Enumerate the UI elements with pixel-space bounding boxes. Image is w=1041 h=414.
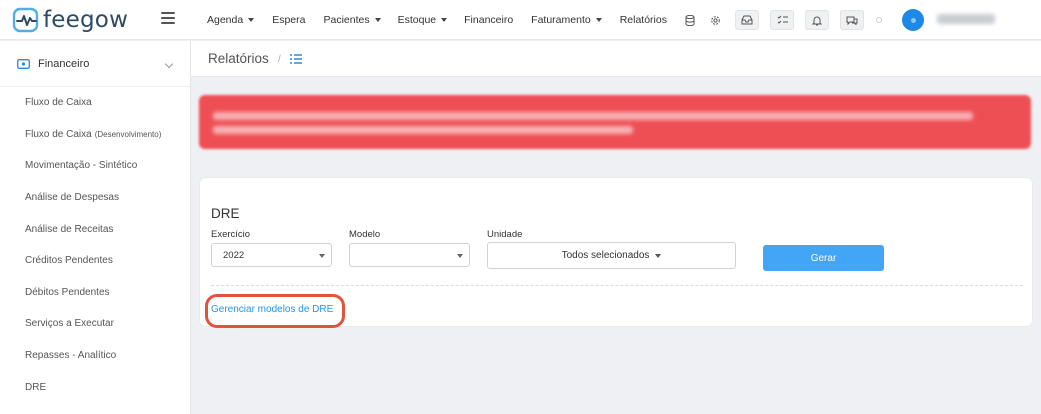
sidebar-item-creditos-pendentes[interactable]: Créditos Pendentes bbox=[0, 245, 190, 277]
sidebar-section-label: Financeiro bbox=[38, 57, 90, 70]
nav-financeiro[interactable]: Financeiro bbox=[464, 14, 513, 26]
exercicio-label: Exercício bbox=[211, 229, 251, 240]
sidebar-item-label: Repasses - Analítico bbox=[25, 350, 117, 362]
sidebar-item-fluxo-de-caixa-dev[interactable]: Fluxo de Caixa (Desenvolvimento) bbox=[0, 119, 190, 151]
money-icon bbox=[17, 58, 30, 69]
sidebar: Financeiro Fluxo de Caixa Fluxo de Caixa… bbox=[0, 41, 191, 414]
annotation-highlight-ring bbox=[205, 294, 345, 328]
nav-label: Espera bbox=[272, 14, 306, 26]
unidade-label: Unidade bbox=[487, 229, 523, 240]
sidebar-item-repasses[interactable]: Repasses - Analítico bbox=[0, 340, 190, 372]
chat-icon bbox=[846, 16, 858, 25]
card-title: DRE bbox=[211, 206, 240, 221]
modelo-label: Modelo bbox=[349, 229, 381, 240]
sidebar-item-movimentacao[interactable]: Movimentação - Sintético bbox=[0, 150, 190, 182]
sidebar-item-analise-receitas[interactable]: Análise de Receitas bbox=[0, 213, 190, 245]
settings-gear-icon[interactable] bbox=[710, 14, 722, 26]
sidebar-item-suffix: (Desenvolvimento) bbox=[94, 129, 162, 139]
caret-down-icon bbox=[441, 18, 448, 22]
caret-down-icon bbox=[655, 253, 662, 258]
nav-estoque[interactable]: Estoque bbox=[398, 14, 448, 26]
checklist-icon bbox=[777, 15, 788, 24]
chevron-down-icon bbox=[164, 59, 174, 69]
main-content: Relatórios / DRE Exercício 2022 Modelo U… bbox=[191, 41, 1041, 414]
inbox-button[interactable] bbox=[735, 10, 759, 30]
sidebar-item-dre[interactable]: DRE bbox=[0, 371, 190, 403]
sidebar-item-fluxo-de-caixa[interactable]: Fluxo de Caixa bbox=[0, 87, 190, 119]
caret-down-icon bbox=[248, 18, 255, 22]
sidebar-item-analise-despesas[interactable]: Análise de Despesas bbox=[0, 182, 190, 214]
sidebar-item-label: Movimentação - Sintético bbox=[25, 160, 138, 172]
sidebar-item-label: Serviços a Executar bbox=[25, 318, 114, 330]
feegow-logo-icon bbox=[12, 7, 39, 33]
alert-banner-blurred bbox=[199, 95, 1031, 149]
sidebar-item-label: Análise de Despesas bbox=[25, 192, 119, 204]
unidade-multiselect[interactable]: Todos selecionados bbox=[487, 242, 736, 269]
nav-label: Financeiro bbox=[464, 14, 514, 26]
exercicio-value: 2022 bbox=[223, 249, 245, 261]
sidebar-item-debitos-pendentes[interactable]: Débitos Pendentes bbox=[0, 277, 190, 309]
menu-toggle-icon[interactable] bbox=[161, 12, 175, 26]
nav-pacientes[interactable]: Pacientes bbox=[323, 14, 381, 26]
sidebar-item-label: DRE bbox=[25, 381, 47, 393]
nav-label: Estoque bbox=[397, 14, 437, 26]
gerar-button[interactable]: Gerar bbox=[763, 245, 884, 271]
brand-name: feegow bbox=[43, 7, 129, 33]
nav-label: Agenda bbox=[207, 14, 244, 26]
modelo-select[interactable] bbox=[349, 243, 470, 267]
nav-agenda[interactable]: Agenda bbox=[207, 14, 255, 26]
nav-relatorios[interactable]: Relatórios bbox=[620, 14, 667, 26]
nav-faturamento[interactable]: Faturamento bbox=[531, 14, 602, 26]
top-bar: feegow Agenda Espera Pacientes Estoque F… bbox=[0, 0, 1041, 40]
notifications-button[interactable] bbox=[805, 10, 829, 30]
sidebar-item-servicos-executar[interactable]: Serviços a Executar bbox=[0, 308, 190, 340]
page-title: Relatórios bbox=[208, 51, 269, 66]
status-indicator bbox=[876, 17, 882, 23]
bell-icon bbox=[812, 16, 822, 25]
breadcrumb-separator: / bbox=[278, 54, 281, 65]
nav-espera[interactable]: Espera bbox=[272, 14, 305, 26]
avatar-dot bbox=[910, 17, 916, 23]
sidebar-section-financeiro[interactable]: Financeiro bbox=[0, 41, 190, 87]
sidebar-item-label: Fluxo de Caixa bbox=[25, 97, 92, 109]
logo[interactable]: feegow bbox=[12, 6, 128, 34]
tasks-button[interactable] bbox=[770, 10, 794, 30]
divider bbox=[211, 285, 1023, 286]
exercicio-select[interactable]: 2022 bbox=[211, 243, 332, 267]
caret-down-icon bbox=[595, 18, 602, 22]
nav-label: Relatórios bbox=[619, 14, 667, 26]
avatar[interactable] bbox=[902, 9, 924, 31]
caret-down-icon bbox=[319, 254, 325, 258]
caret-down-icon bbox=[374, 18, 381, 22]
alert-text-line bbox=[213, 112, 973, 120]
list-icon[interactable] bbox=[290, 54, 302, 64]
database-icon[interactable] bbox=[684, 14, 696, 26]
caret-down-icon bbox=[457, 254, 463, 258]
main-nav: Agenda Espera Pacientes Estoque Financei… bbox=[207, 0, 722, 40]
sidebar-list: Fluxo de Caixa Fluxo de Caixa (Desenvolvi… bbox=[0, 87, 190, 403]
chat-button[interactable] bbox=[840, 10, 864, 30]
nav-label: Faturamento bbox=[531, 14, 591, 26]
sidebar-item-label: Análise de Receitas bbox=[25, 223, 114, 235]
alert-text-line bbox=[213, 126, 633, 134]
sidebar-item-label: Créditos Pendentes bbox=[25, 255, 113, 267]
user-name-blurred[interactable] bbox=[937, 14, 995, 24]
sidebar-item-label: Fluxo de Caixa bbox=[25, 128, 92, 140]
sidebar-item-label: Débitos Pendentes bbox=[25, 286, 110, 298]
unidade-value: Todos selecionados bbox=[561, 250, 650, 261]
inbox-icon bbox=[741, 15, 753, 25]
nav-label: Pacientes bbox=[323, 14, 370, 26]
page-header: Relatórios / bbox=[191, 41, 1041, 77]
